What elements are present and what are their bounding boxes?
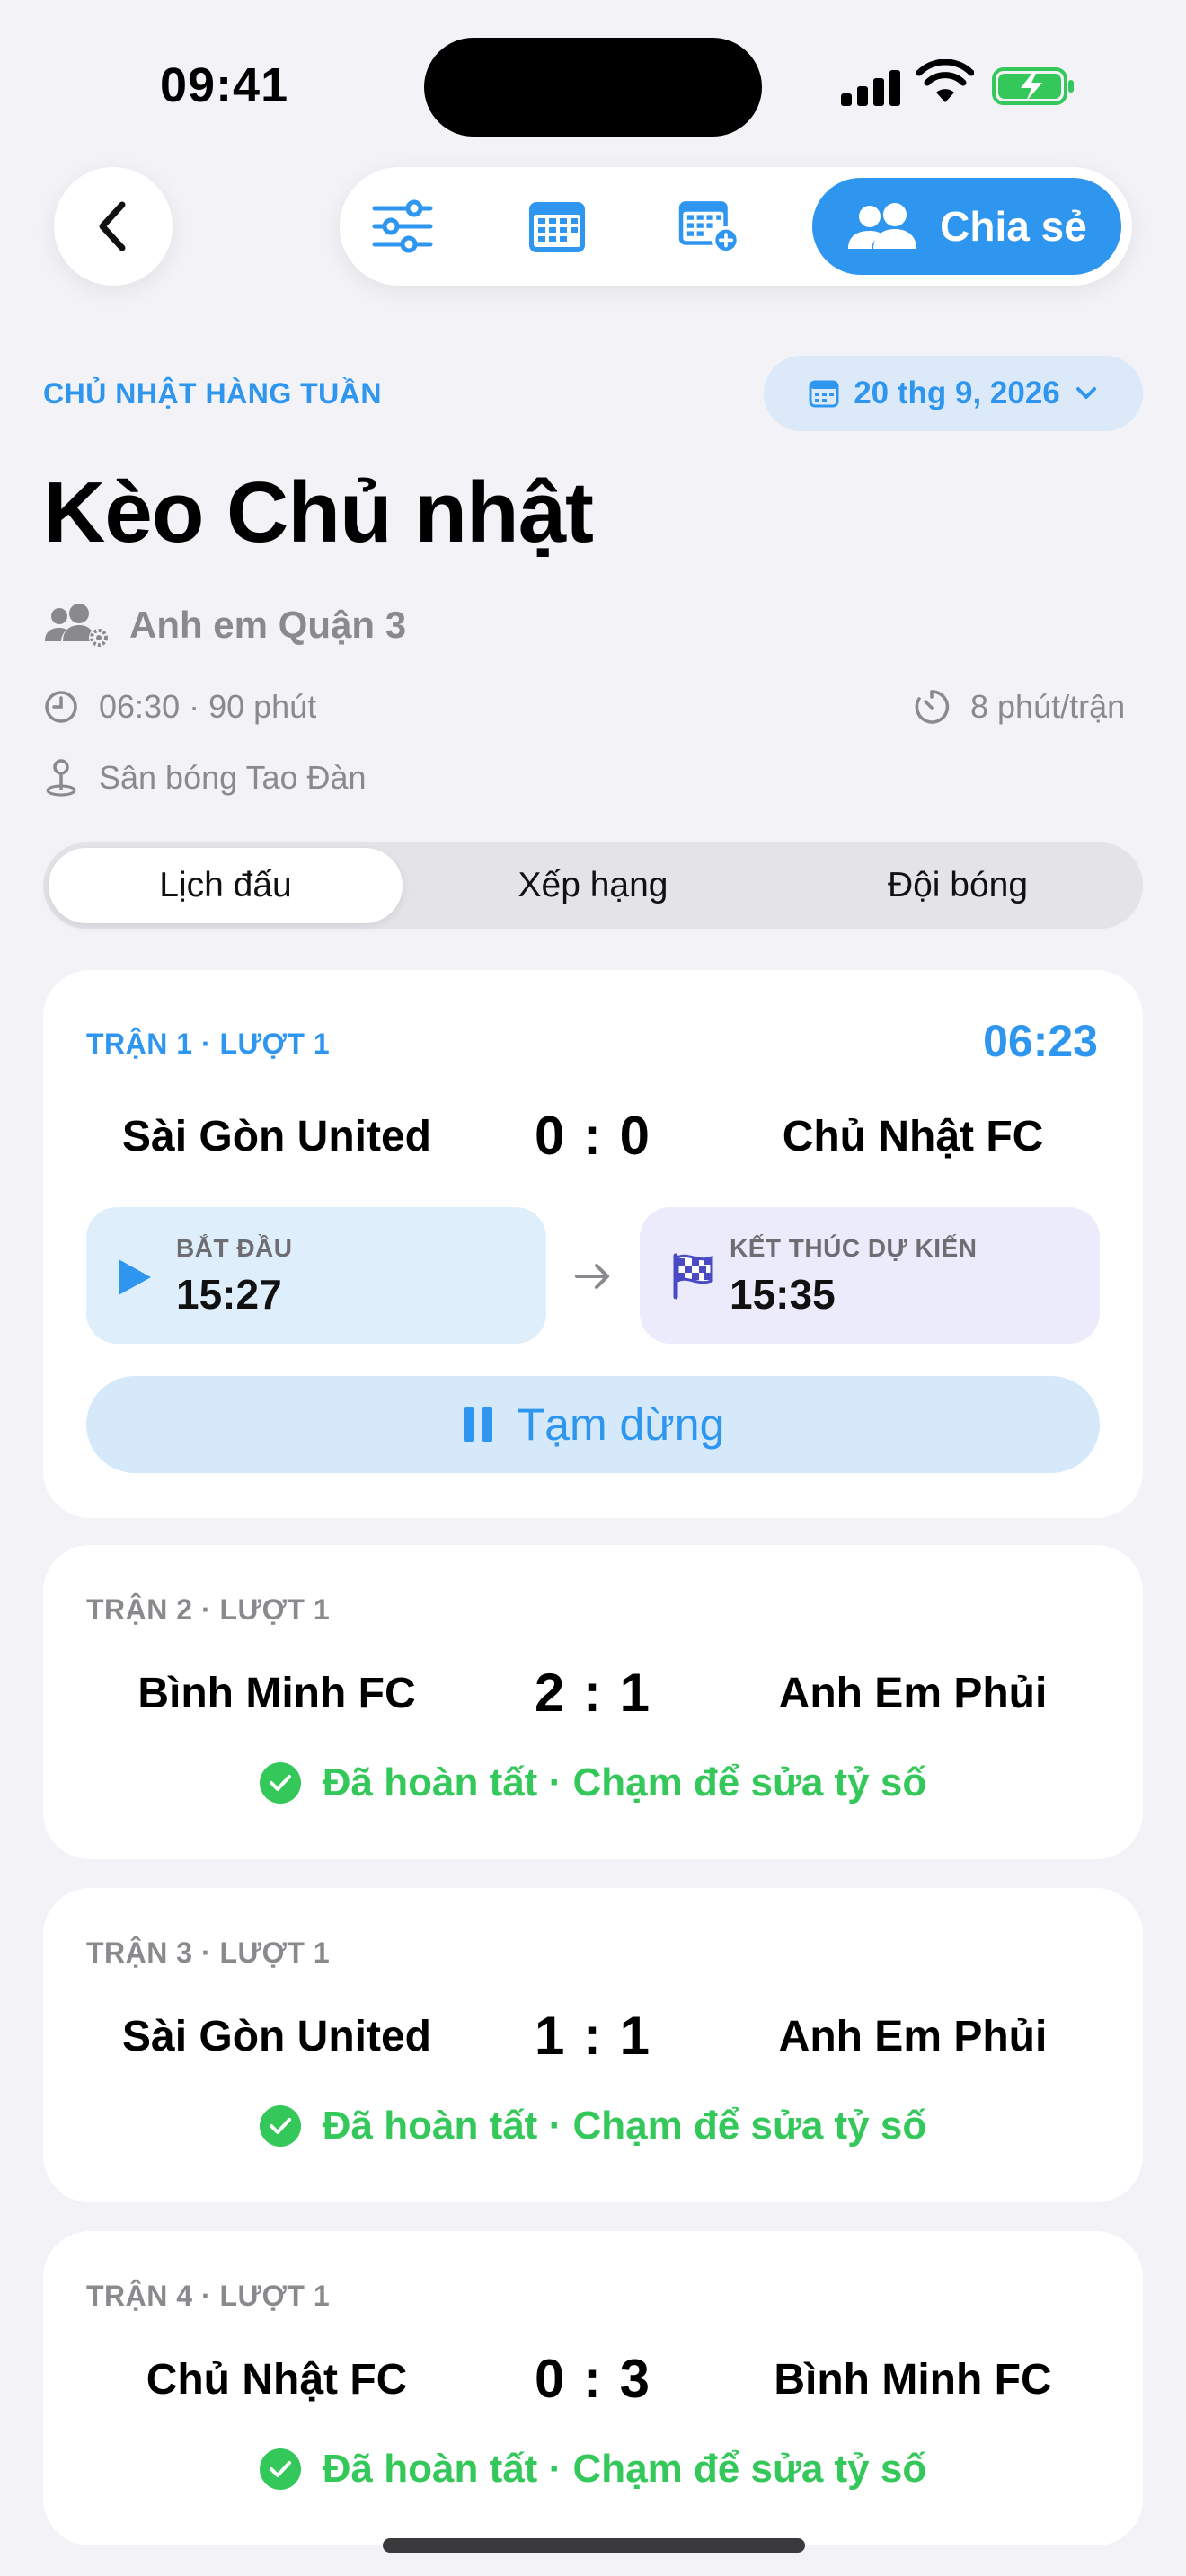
pause-button[interactable]: Tạm dừng xyxy=(86,1376,1100,1473)
start-time: 15:27 xyxy=(176,1271,282,1318)
match-label: TRẬN 1 · LƯỢT 1 xyxy=(86,1028,331,1060)
status-time: 09:41 xyxy=(160,58,289,112)
dynamic-island xyxy=(424,38,762,137)
home-team: Bình Minh FC xyxy=(137,1670,416,1717)
match-timer: 06:23 xyxy=(983,1016,1098,1066)
per-match-duration: 8 phút/trận xyxy=(970,688,1126,725)
wifi-icon xyxy=(916,59,974,102)
pause-icon xyxy=(463,1407,492,1442)
time-row: 06:30 · 90 phút xyxy=(43,688,316,726)
schedule-kicker: CHỦ NHẬT HÀNG TUẦN xyxy=(43,377,382,410)
location-pin-icon xyxy=(46,759,76,797)
match-status: Đã hoàn tất · Chạm để sửa tỷ số xyxy=(43,2447,1143,2492)
back-button[interactable] xyxy=(54,167,173,286)
share-label: Chia sẻ xyxy=(940,203,1087,250)
chevron-down-icon xyxy=(1075,387,1096,399)
tab-schedule[interactable]: Lịch đấu xyxy=(49,848,403,923)
match-score: 1 : 1 xyxy=(534,2006,652,2066)
checkmark-circle-icon xyxy=(259,2105,301,2147)
time-duration: 06:30 · 90 phút xyxy=(99,688,317,725)
toolbar: Chia sẻ xyxy=(340,167,1132,286)
tab-teams[interactable]: Đội bóng xyxy=(778,848,1137,923)
timer-icon xyxy=(915,690,950,724)
match-card[interactable]: TRẬN 2 · LƯỢT 1 Bình Minh FC 2 : 1 Anh E… xyxy=(43,1545,1143,1859)
arrow-right-icon xyxy=(575,1264,609,1289)
match-score: 2 : 1 xyxy=(534,1663,652,1723)
per-match-row: 8 phút/trận xyxy=(913,688,1125,726)
calendar-small-icon xyxy=(809,380,839,408)
page-title: Kèo Chủ nhật xyxy=(43,464,594,560)
group-settings-icon xyxy=(45,604,109,648)
group-name: Anh em Quận 3 xyxy=(129,604,407,646)
match-status-text: Đã hoàn tất · Chạm để sửa tỷ số xyxy=(322,2104,927,2148)
home-team: Sài Gòn United xyxy=(121,2013,431,2060)
people-icon xyxy=(848,203,917,249)
match-label: TRẬN 2 · LƯỢT 1 xyxy=(86,1593,331,1626)
group-row[interactable]: Anh em Quận 3 xyxy=(45,602,406,648)
end-label: KẾT THÚC DỰ KIẾN xyxy=(730,1234,978,1262)
chevron-left-icon xyxy=(99,201,126,251)
match-label: TRẬN 3 · LƯỢT 1 xyxy=(86,1936,331,1969)
away-team: Anh Em Phủi xyxy=(778,1670,1048,1717)
away-team: Chủ Nhật FC xyxy=(782,1113,1044,1160)
match-status: Đã hoàn tất · Chạm để sửa tỷ số xyxy=(43,1760,1143,1805)
away-team: Bình Minh FC xyxy=(774,2356,1052,2404)
share-button[interactable]: Chia sẻ xyxy=(812,178,1121,275)
add-event-button[interactable] xyxy=(677,194,742,259)
checkered-flag-icon xyxy=(673,1253,713,1300)
match-status: Đã hoàn tất · Chạm để sửa tỷ số xyxy=(43,2104,1143,2148)
match-status-text: Đã hoàn tất · Chạm để sửa tỷ số xyxy=(322,2447,927,2491)
pause-label: Tạm dừng xyxy=(517,1399,725,1450)
checkmark-circle-icon xyxy=(259,1762,301,1804)
home-team: Chủ Nhật FC xyxy=(146,2356,408,2404)
end-time: 15:35 xyxy=(730,1271,836,1318)
cellular-signal-icon xyxy=(841,66,900,106)
home-team: Sài Gòn United xyxy=(121,1113,431,1160)
date-picker[interactable]: 20 thg 9, 2026 xyxy=(764,356,1143,431)
sliders-icon xyxy=(372,199,433,253)
tab-standings[interactable]: Xếp hạng xyxy=(413,848,773,923)
venue-row: Sân bóng Tao Đàn xyxy=(43,758,367,798)
away-team: Anh Em Phủi xyxy=(778,2013,1048,2060)
calendar-button[interactable] xyxy=(525,194,589,259)
match-status-text: Đã hoàn tất · Chạm để sửa tỷ số xyxy=(322,1760,927,1804)
date-value: 20 thg 9, 2026 xyxy=(854,375,1060,410)
match-label: TRẬN 4 · LƯỢT 1 xyxy=(86,2280,331,2312)
match-score: 0 : 0 xyxy=(534,1106,652,1166)
start-label: BẮT ĐẦU xyxy=(176,1234,293,1262)
filter-sliders-button[interactable] xyxy=(370,194,435,259)
calendar-add-icon xyxy=(678,201,740,254)
calendar-icon xyxy=(529,202,585,252)
checkmark-circle-icon xyxy=(259,2448,301,2490)
segmented-control: Lịch đấu Xếp hạng Đội bóng xyxy=(43,842,1143,929)
match-card[interactable]: TRẬN 3 · LƯỢT 1 Sài Gòn United 1 : 1 Anh… xyxy=(43,1888,1143,2202)
battery-charging-icon xyxy=(992,67,1074,105)
play-icon xyxy=(119,1259,151,1295)
end-time-box: KẾT THÚC DỰ KIẾN 15:35 xyxy=(640,1207,1100,1344)
venue-name: Sân bóng Tao Đàn xyxy=(99,759,367,796)
clock-icon xyxy=(45,691,77,723)
live-match-card[interactable]: TRẬN 1 · LƯỢT 1 06:23 Sài Gòn United 0 :… xyxy=(43,970,1143,1518)
match-score: 0 : 3 xyxy=(534,2349,652,2409)
home-indicator[interactable] xyxy=(383,2538,805,2553)
match-card[interactable]: TRẬN 4 · LƯỢT 1 Chủ Nhật FC 0 : 3 Bình M… xyxy=(43,2231,1143,2545)
start-time-box: BẮT ĐẦU 15:27 xyxy=(86,1207,546,1344)
